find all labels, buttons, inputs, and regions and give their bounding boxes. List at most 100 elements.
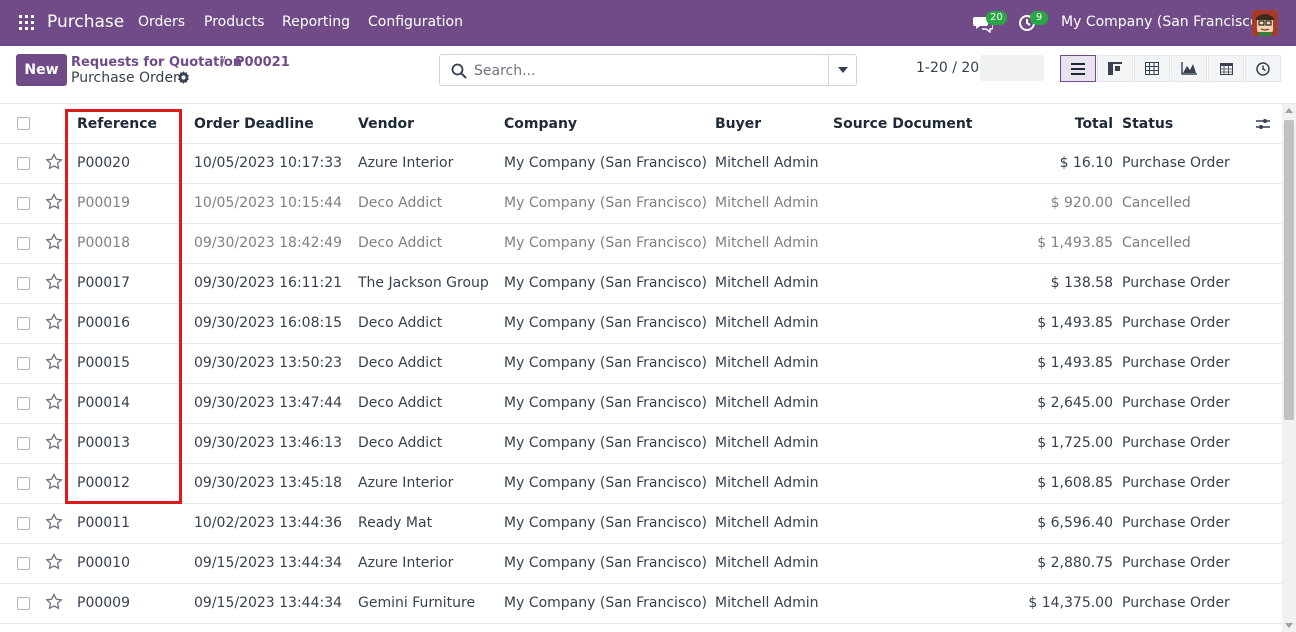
row-checkbox[interactable]: [17, 517, 30, 530]
row-checkbox[interactable]: [17, 197, 30, 210]
row-checkbox[interactable]: [17, 357, 30, 370]
table-row[interactable]: P00012 09/30/2023 13:45:18 Azure Interior M…: [0, 464, 1282, 504]
priority-star-icon[interactable]: [45, 153, 63, 171]
table-row[interactable]: P00010 09/15/2023 13:44:34 Azure Interior M…: [0, 544, 1282, 584]
menu-reporting[interactable]: Reporting: [282, 14, 350, 30]
kanban-view-button[interactable]: [1097, 55, 1133, 82]
table-row[interactable]: P00020 10/05/2023 10:17:33 Azure Interior M…: [0, 144, 1282, 184]
table-row[interactable]: P00017 09/30/2023 16:11:21 The Jackson Gro…: [0, 264, 1282, 304]
menu-configuration[interactable]: Configuration: [368, 14, 463, 30]
table-row[interactable]: P00019 10/05/2023 10:15:44 Deco Addict My C…: [0, 184, 1282, 224]
cell-vendor: Azure Interior: [358, 555, 454, 571]
scroll-thumb[interactable]: [1284, 120, 1294, 420]
scroll-up-arrow-icon[interactable]: [1285, 108, 1293, 113]
gear-icon[interactable]: [177, 71, 190, 84]
cell-buyer: Mitchell Admin: [715, 555, 819, 571]
list-scrollbar[interactable]: [1282, 104, 1296, 632]
row-checkbox[interactable]: [17, 277, 30, 290]
cell-vendor: Azure Interior: [358, 155, 454, 171]
cell-order-deadline: 09/30/2023 16:08:15: [194, 315, 343, 331]
cell-total: $ 1,608.85: [1037, 475, 1113, 491]
header-buyer[interactable]: Buyer: [715, 116, 761, 132]
priority-star-icon[interactable]: [45, 473, 63, 491]
priority-star-icon[interactable]: [45, 233, 63, 251]
company-switcher[interactable]: My Company (San Francisco): [1061, 14, 1264, 30]
header-reference[interactable]: Reference: [77, 116, 157, 132]
cell-reference: P00012: [77, 475, 130, 491]
row-checkbox[interactable]: [17, 557, 30, 570]
search-input[interactable]: [474, 61, 824, 81]
table-row[interactable]: P00016 09/30/2023 16:08:15 Deco Addict My C…: [0, 304, 1282, 344]
header-total[interactable]: Total: [1013, 116, 1113, 132]
select-all-checkbox[interactable]: [17, 117, 30, 130]
header-order-deadline[interactable]: Order Deadline: [194, 116, 314, 132]
row-checkbox[interactable]: [17, 317, 30, 330]
row-checkbox[interactable]: [17, 437, 30, 450]
new-button[interactable]: New: [16, 54, 67, 86]
kanban-icon: [1108, 62, 1122, 75]
priority-star-icon[interactable]: [45, 593, 63, 611]
priority-star-icon[interactable]: [45, 353, 63, 371]
calendar-view-button[interactable]: [1208, 55, 1244, 82]
cell-order-deadline: 09/30/2023 18:42:49: [194, 235, 343, 251]
cell-order-deadline: 09/15/2023 13:44:34: [194, 595, 343, 611]
priority-star-icon[interactable]: [45, 433, 63, 451]
app-brand[interactable]: Purchase: [47, 12, 124, 32]
priority-star-icon[interactable]: [45, 193, 63, 211]
list-icon: [1071, 62, 1085, 75]
scroll-down-arrow-icon[interactable]: [1285, 623, 1293, 628]
cell-total: $ 2,645.00: [1037, 395, 1113, 411]
cell-total: $ 1,725.00: [1037, 435, 1113, 451]
breadcrumb-current[interactable]: P00021: [235, 55, 290, 70]
pager-previous-button[interactable]: [980, 55, 1012, 81]
cell-reference: P00009: [77, 595, 130, 611]
pivot-view-button[interactable]: [1134, 55, 1170, 82]
cell-total: $ 2,880.75: [1037, 555, 1113, 571]
table-row[interactable]: P00013 09/30/2023 13:46:13 Deco Addict My C…: [0, 424, 1282, 464]
search-options-toggle[interactable]: [828, 55, 857, 85]
column-settings-icon[interactable]: [1256, 117, 1270, 131]
user-avatar[interactable]: [1252, 10, 1278, 36]
cell-reference: P00018: [77, 235, 130, 251]
priority-star-icon[interactable]: [45, 393, 63, 411]
priority-star-icon[interactable]: [45, 273, 63, 291]
menu-products[interactable]: Products: [204, 14, 264, 30]
header-source-document[interactable]: Source Document: [833, 116, 973, 132]
graph-icon: [1181, 62, 1197, 75]
table-row[interactable]: P00014 09/30/2023 13:47:44 Deco Addict My C…: [0, 384, 1282, 424]
graph-view-button[interactable]: [1171, 55, 1207, 82]
apps-menu-icon[interactable]: [19, 15, 34, 30]
row-checkbox[interactable]: [17, 397, 30, 410]
table-row[interactable]: P00018 09/30/2023 18:42:49 Deco Addict My C…: [0, 224, 1282, 264]
table-row[interactable]: P00011 10/02/2023 13:44:36 Ready Mat My Com…: [0, 504, 1282, 544]
header-company[interactable]: Company: [504, 116, 577, 132]
list-view-button[interactable]: [1060, 55, 1096, 82]
row-checkbox[interactable]: [17, 597, 30, 610]
cell-vendor: Azure Interior: [358, 475, 454, 491]
header-vendor[interactable]: Vendor: [358, 116, 414, 132]
cell-reference: P00010: [77, 555, 130, 571]
cell-buyer: Mitchell Admin: [715, 515, 819, 531]
priority-star-icon[interactable]: [45, 513, 63, 531]
pager-value[interactable]: 1-20 / 20: [916, 60, 979, 76]
cell-reference: P00011: [77, 515, 130, 531]
cell-buyer: Mitchell Admin: [715, 275, 819, 291]
cell-company: My Company (San Francisco): [504, 235, 707, 251]
priority-star-icon[interactable]: [45, 553, 63, 571]
cell-status: Purchase Order: [1122, 595, 1230, 611]
activity-icon: [1256, 61, 1270, 76]
table-row[interactable]: P00015 09/30/2023 13:50:23 Deco Addict My C…: [0, 344, 1282, 384]
breadcrumb-parent[interactable]: Requests for Quotation: [71, 55, 242, 70]
row-checkbox[interactable]: [17, 157, 30, 170]
header-status[interactable]: Status: [1122, 116, 1173, 132]
activity-view-button[interactable]: [1245, 55, 1281, 82]
table-row[interactable]: P00009 09/15/2023 13:44:34 Gemini Furnitur…: [0, 584, 1282, 624]
priority-star-icon[interactable]: [45, 313, 63, 331]
cell-buyer: Mitchell Admin: [715, 355, 819, 371]
cell-reference: P00014: [77, 395, 130, 411]
menu-orders[interactable]: Orders: [138, 14, 185, 30]
cell-status: Purchase Order: [1122, 435, 1230, 451]
row-checkbox[interactable]: [17, 237, 30, 250]
row-checkbox[interactable]: [17, 477, 30, 490]
pager-next-button[interactable]: [1012, 55, 1044, 81]
